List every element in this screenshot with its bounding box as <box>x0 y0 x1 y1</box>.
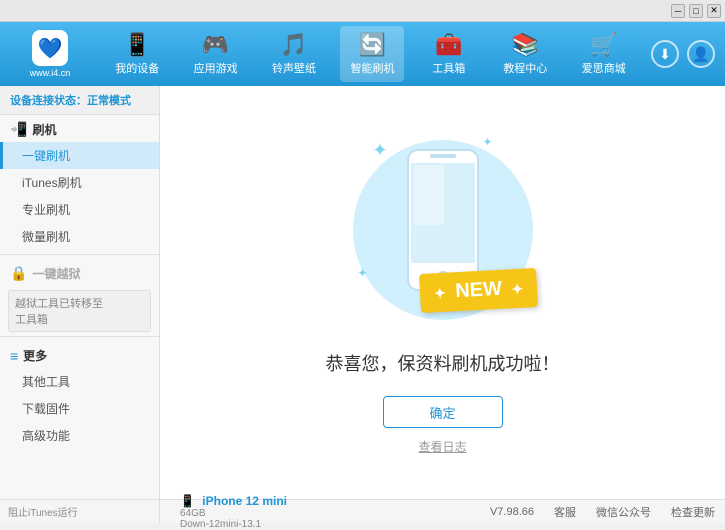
back-link[interactable]: 查看日志 <box>418 438 466 455</box>
device-status: 设备连接状态：正常模式 <box>0 86 159 115</box>
apps-games-icon: 🎮 <box>202 32 229 58</box>
jailbreak-section-title: 一键越狱 <box>32 265 80 282</box>
jailbreak-notice: 越狱工具已转移至工具箱 <box>8 290 151 332</box>
my-device-icon: 📱 <box>124 32 151 58</box>
tutorial-icon: 📚 <box>512 32 539 58</box>
toolbox-icon: 🧰 <box>435 32 462 58</box>
main-layout: 设备连接状态：正常模式 📲 刷机 一键刷机 iTunes刷机 专业刷机 微量刷机… <box>0 86 725 499</box>
sidebar-item-advanced[interactable]: 高级功能 <box>0 422 159 449</box>
nav-ringtone[interactable]: 🎵 铃声壁纸 <box>262 26 326 82</box>
phone-icon: 📱 <box>180 494 195 508</box>
logo[interactable]: 💙 www.i4.cn <box>10 30 90 78</box>
smart-flash-icon: 🔄 <box>359 32 386 58</box>
nav-istore[interactable]: 🛒 爱思商城 <box>572 26 636 82</box>
flash-section-header: 📲 刷机 <box>0 115 159 142</box>
sidebar-item-download-firmware[interactable]: 下载固件 <box>0 395 159 422</box>
sparkle-3: ✦ <box>358 266 368 280</box>
status-value: 正常模式 <box>87 95 131 107</box>
nav-right-buttons: ⬇ 👤 <box>651 40 715 68</box>
apps-games-label: 应用游戏 <box>194 60 238 76</box>
more-section-icon: ≡ <box>10 348 18 364</box>
sidebar-item-micro-flash[interactable]: 微量刷机 <box>0 223 159 250</box>
customer-service-link[interactable]: 客服 <box>554 504 576 520</box>
more-section-header: ≡ 更多 <box>0 341 159 368</box>
istore-icon: 🛒 <box>590 32 617 58</box>
flash-section-title: 刷机 <box>32 121 56 138</box>
nav-my-device[interactable]: 📱 我的设备 <box>105 26 169 82</box>
device-name: 📱 iPhone 12 mini <box>180 494 320 508</box>
smart-flash-label: 智能刷机 <box>350 60 394 76</box>
sidebar: 设备连接状态：正常模式 📲 刷机 一键刷机 iTunes刷机 专业刷机 微量刷机… <box>0 86 160 499</box>
ringtone-label: 铃声壁纸 <box>272 60 316 76</box>
wechat-official-link[interactable]: 微信公众号 <box>596 504 651 520</box>
minimize-button[interactable]: ─ <box>671 4 685 18</box>
istore-label: 爱思商城 <box>582 60 626 76</box>
sidebar-item-itunes-flash[interactable]: iTunes刷机 <box>0 169 159 196</box>
window-controls: ─ □ ✕ <box>671 4 721 18</box>
logo-icon: 💙 <box>32 30 68 66</box>
sidebar-item-other-tools[interactable]: 其他工具 <box>0 368 159 395</box>
version-label: V7.98.66 <box>490 506 534 518</box>
confirm-button[interactable]: 确定 <box>383 396 503 428</box>
jailbreak-section-header: 🔒 一键越狱 <box>0 259 159 286</box>
download-button[interactable]: ⬇ <box>651 40 679 68</box>
device-info: 📱 iPhone 12 mini 64GB Down-12mini-13.1 <box>170 494 330 530</box>
flash-section-icon: 📲 <box>10 121 27 138</box>
jailbreak-section-icon: 🔒 <box>10 265 27 282</box>
itunes-status-label: 阻止iTunes运行 <box>8 504 78 519</box>
title-bar: ─ □ ✕ <box>0 0 725 22</box>
close-button[interactable]: ✕ <box>707 4 721 18</box>
nav-smart-flash[interactable]: 🔄 智能刷机 <box>340 26 404 82</box>
phone-illustration: ✦ ✦ ✦ NEW <box>343 130 543 330</box>
device-storage: 64GB <box>180 508 320 519</box>
sidebar-divider-1 <box>0 254 159 255</box>
logo-text: www.i4.cn <box>30 68 71 78</box>
bottom-bar: 自动跳至 跳过向导 📱 iPhone 12 mini 64GB Down-12m… <box>0 499 725 523</box>
toolbox-label: 工具箱 <box>432 60 465 76</box>
success-title: 恭喜您，保资料刷机成功啦！ <box>326 350 560 376</box>
nav-tutorial[interactable]: 📚 教程中心 <box>493 26 557 82</box>
new-badge: NEW <box>419 268 538 313</box>
bottom-right: V7.98.66 客服 微信公众号 检查更新 <box>330 504 715 520</box>
itunes-status: 阻止iTunes运行 <box>0 499 160 523</box>
check-update-link[interactable]: 检查更新 <box>671 504 715 520</box>
nav-toolbox[interactable]: 🧰 工具箱 <box>419 26 479 82</box>
more-section-title: 更多 <box>23 347 47 364</box>
status-label: 设备连接状态： <box>10 95 87 107</box>
tutorial-label: 教程中心 <box>503 60 547 76</box>
top-nav: 💙 www.i4.cn 📱 我的设备 🎮 应用游戏 🎵 铃声壁纸 🔄 智能刷机 … <box>0 22 725 86</box>
sparkle-1: ✦ <box>373 140 388 161</box>
nav-apps-games[interactable]: 🎮 应用游戏 <box>184 26 248 82</box>
sidebar-item-one-click-flash[interactable]: 一键刷机 <box>0 142 159 169</box>
sidebar-divider-2 <box>0 336 159 337</box>
content-area: ✦ ✦ ✦ NEW 恭喜您，保资料刷机成功啦！ 确定 <box>160 86 725 499</box>
device-firmware: Down-12mini-13.1 <box>180 519 320 530</box>
ringtone-icon: 🎵 <box>280 32 307 58</box>
my-device-label: 我的设备 <box>115 60 159 76</box>
sidebar-item-pro-flash[interactable]: 专业刷机 <box>0 196 159 223</box>
maximize-button[interactable]: □ <box>689 4 703 18</box>
user-button[interactable]: 👤 <box>687 40 715 68</box>
nav-items: 📱 我的设备 🎮 应用游戏 🎵 铃声壁纸 🔄 智能刷机 🧰 工具箱 📚 教程中心… <box>98 26 643 82</box>
